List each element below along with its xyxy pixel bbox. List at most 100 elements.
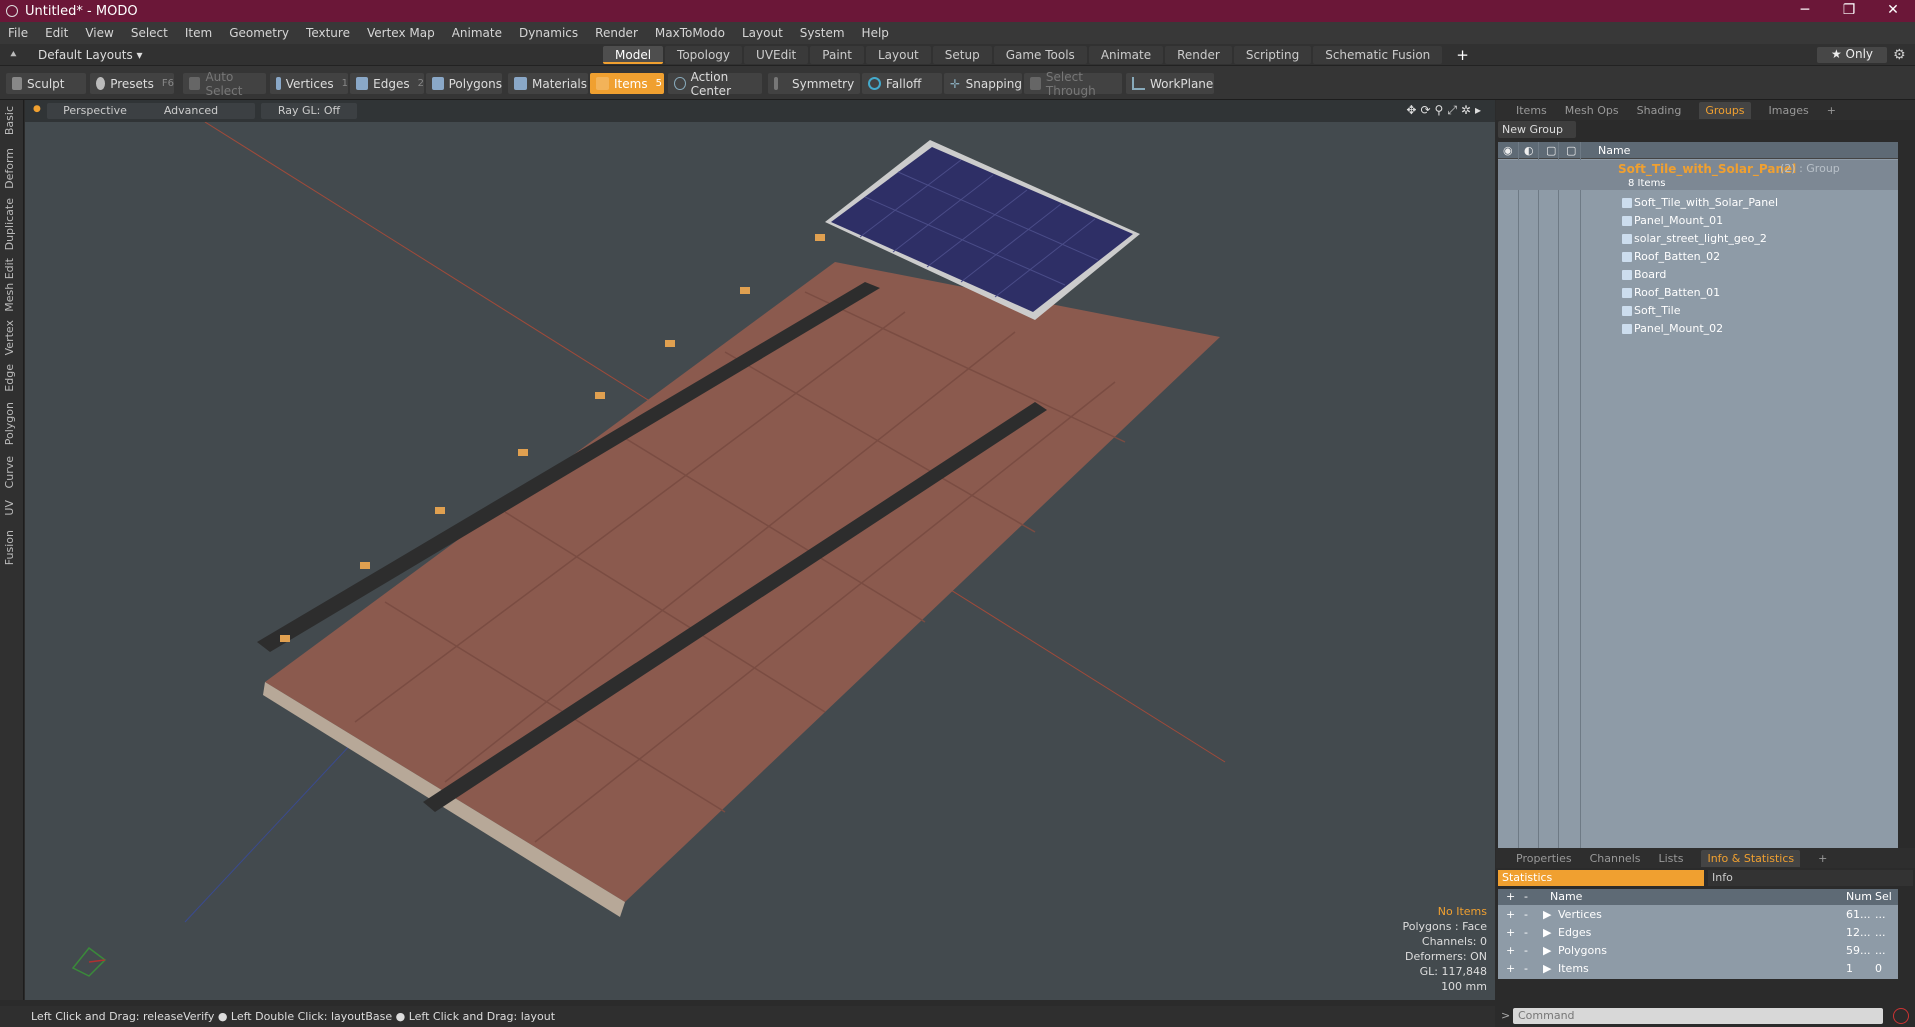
pin-icon[interactable]: ⯅ [9, 48, 18, 62]
expand-arrow-icon[interactable]: ▶ [1543, 924, 1551, 942]
collapse-minus-icon[interactable]: - [1524, 924, 1528, 942]
table-row[interactable]: + - ▶ Vertices 61...... [1498, 906, 1898, 924]
expand-plus-icon[interactable]: + [1506, 924, 1515, 942]
tab-topology[interactable]: Topology [665, 46, 743, 64]
menu-help[interactable]: Help [862, 26, 889, 40]
tab-mesh-edit[interactable]: Mesh Edit [3, 258, 16, 312]
tab-info-statistics[interactable]: Info & Statistics [1701, 849, 1801, 867]
viewport-menu-icon[interactable]: ● [33, 104, 41, 114]
list-item[interactable]: solar_street_light_geo_2 [1498, 230, 1898, 248]
statistics-tab[interactable]: Statistics [1498, 870, 1704, 886]
menu-system[interactable]: System [800, 26, 845, 40]
vertices-button[interactable]: Vertices 1 [270, 73, 348, 94]
tab-model[interactable]: Model [603, 46, 664, 64]
minimize-icon[interactable]: ─ [1786, 0, 1824, 22]
expand-plus-icon[interactable]: + [1506, 906, 1515, 924]
sculpt-button[interactable]: Sculpt [6, 73, 86, 94]
tab-game-tools[interactable]: Game Tools [993, 46, 1087, 64]
select-through-button[interactable]: Select Through [1024, 70, 1122, 98]
falloff-button[interactable]: Falloff [862, 73, 942, 94]
edges-button[interactable]: Edges 2 [350, 73, 424, 94]
tab-paint[interactable]: Paint [810, 46, 864, 64]
close-icon[interactable]: ✕ [1874, 0, 1912, 22]
action-center-button[interactable]: Action Center [668, 70, 762, 98]
expand-arrow-icon[interactable]: ▶ [1543, 960, 1551, 978]
menu-item[interactable]: Item [185, 26, 212, 40]
polygons-button[interactable]: Polygons [426, 73, 502, 94]
collapse-minus-icon[interactable]: - [1524, 942, 1528, 960]
auto-select-button[interactable]: Auto Select [183, 70, 266, 98]
list-item[interactable]: Roof_Batten_01 [1498, 284, 1898, 302]
menu-geometry[interactable]: Geometry [229, 26, 289, 40]
tab-animate[interactable]: Animate [1088, 46, 1164, 64]
collapse-minus-icon[interactable]: - [1524, 906, 1528, 924]
select-column-icon[interactable]: ▢ [1566, 144, 1576, 157]
command-input[interactable]: Command [1513, 1008, 1883, 1024]
info-tab[interactable]: Info [1708, 870, 1913, 886]
table-row[interactable]: + - ▶ Edges 12...... [1498, 924, 1898, 942]
tab-duplicate[interactable]: Duplicate [3, 198, 16, 250]
tab-uvedit[interactable]: UVEdit [744, 46, 809, 64]
items-button[interactable]: Items 5 [590, 73, 664, 94]
maximize-icon[interactable]: ❐ [1830, 0, 1868, 22]
group-row[interactable]: Soft_Tile_with_Solar_Panel (2) : Group 8… [1498, 160, 1898, 190]
expand-arrow-icon[interactable]: ▶ [1543, 942, 1551, 960]
menu-vertex-map[interactable]: Vertex Map [367, 26, 435, 40]
3d-viewport[interactable]: ● Perspective Advanced Ray GL: Off ✥⟳⚲⤢✲… [25, 100, 1495, 1000]
expand-arrow-icon[interactable]: ▶ [1543, 906, 1551, 924]
tab-render[interactable]: Render [1165, 46, 1232, 64]
menu-render[interactable]: Render [595, 26, 638, 40]
tab-scripting[interactable]: Scripting [1233, 46, 1312, 64]
eye-column-icon[interactable]: ◉ [1503, 144, 1513, 157]
menu-dynamics[interactable]: Dynamics [519, 26, 578, 40]
list-item[interactable]: Panel_Mount_01 [1498, 212, 1898, 230]
tab-vertex[interactable]: Vertex [3, 320, 16, 355]
shading-dropdown[interactable]: Advanced [127, 103, 255, 119]
record-icon[interactable] [1893, 1008, 1909, 1024]
collapse-minus-icon[interactable]: - [1524, 960, 1528, 978]
add-bottom-tab[interactable]: + [1818, 852, 1827, 865]
menu-select[interactable]: Select [131, 26, 168, 40]
menu-animate[interactable]: Animate [452, 26, 502, 40]
list-item[interactable]: Panel_Mount_02 [1498, 320, 1898, 338]
expand-plus-icon[interactable]: + [1506, 960, 1515, 978]
workplane-button[interactable]: WorkPlane [1126, 73, 1214, 94]
viewport-nav-icons[interactable]: ✥⟳⚲⤢✲▸ [1406, 103, 1485, 118]
tab-basic[interactable]: Basic [3, 106, 16, 135]
snapping-button[interactable]: ✛ Snapping [944, 73, 1022, 94]
tab-edge[interactable]: Edge [3, 364, 16, 392]
materials-button[interactable]: Materials [508, 73, 588, 94]
raygl-toggle[interactable]: Ray GL: Off [261, 103, 357, 119]
tab-channels[interactable]: Channels [1590, 852, 1641, 865]
tab-groups[interactable]: Groups [1699, 101, 1751, 119]
menu-view[interactable]: View [85, 26, 113, 40]
new-group-button[interactable]: New Group [1498, 121, 1576, 138]
symmetry-button[interactable]: Symmetry [768, 73, 860, 94]
tab-properties[interactable]: Properties [1516, 852, 1572, 865]
tab-curve[interactable]: Curve [3, 456, 16, 488]
list-item[interactable]: Soft_Tile [1498, 302, 1898, 320]
menu-layout[interactable]: Layout [742, 26, 783, 40]
list-item[interactable]: Soft_Tile_with_Solar_Panel [1498, 194, 1898, 212]
presets-button[interactable]: Presets F6 [90, 73, 174, 94]
tab-mesh-ops[interactable]: Mesh Ops [1565, 104, 1619, 117]
tab-setup[interactable]: Setup [932, 46, 992, 64]
gear-icon[interactable]: ⚙ [1893, 47, 1906, 63]
layout-dropdown[interactable]: Default Layouts ▾ [38, 48, 143, 62]
tab-lists[interactable]: Lists [1659, 852, 1684, 865]
tab-shading[interactable]: Shading [1637, 104, 1682, 117]
tab-deform[interactable]: Deform [3, 148, 16, 189]
menu-edit[interactable]: Edit [45, 26, 68, 40]
list-item[interactable]: Roof_Batten_02 [1498, 248, 1898, 266]
menu-texture[interactable]: Texture [306, 26, 350, 40]
menu-file[interactable]: File [8, 26, 28, 40]
tab-schematic-fusion[interactable]: Schematic Fusion [1313, 46, 1443, 64]
tab-uv[interactable]: UV [3, 500, 16, 516]
render-column-icon[interactable]: ◐ [1524, 144, 1534, 157]
tab-fusion[interactable]: Fusion [3, 530, 16, 565]
tab-items[interactable]: Items [1516, 104, 1547, 117]
add-panel-tab[interactable]: + [1827, 104, 1836, 117]
only-button[interactable]: ★ Only [1817, 47, 1887, 63]
list-item[interactable]: Board [1498, 266, 1898, 284]
add-tab-button[interactable]: + [1444, 46, 1481, 64]
